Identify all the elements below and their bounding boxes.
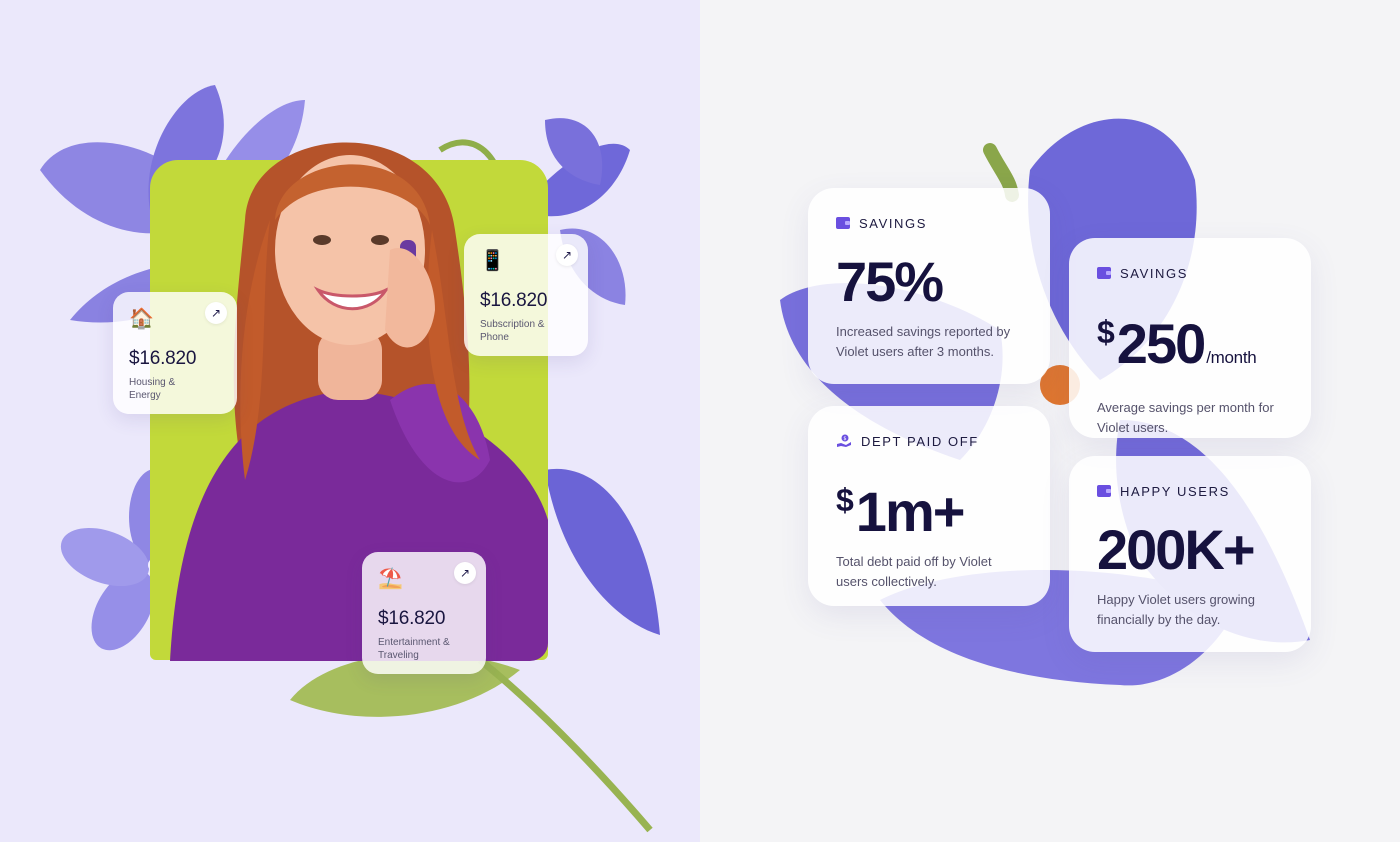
stat-label: HAPPY USERS [1120,483,1230,499]
svg-text:$: $ [843,436,846,442]
stat-value: 75% [836,250,944,313]
expense-amount: $16.820 [480,290,548,311]
left-showcase-panel: 🏠 ↗ $16.820 Housing & Energy 📱 ↗ $16.820… [0,0,700,842]
expense-amount: $16.820 [129,348,197,369]
wallet-icon [1097,485,1111,497]
expense-label: Entertainment & Traveling [378,637,450,661]
stat-value: $1m+ [836,480,965,543]
petal-right-mid [545,468,660,635]
stat-description: Happy Violet users growing financially b… [1097,592,1256,627]
stat-value: 200K+ [1097,518,1256,581]
stat-value: $250/month [1097,312,1257,375]
stat-label: SAVINGS [859,215,928,231]
arrow-up-right-icon[interactable]: ↗ [454,562,476,584]
expense-amount: $16.820 [378,608,446,629]
stat-card-happy-users: HAPPY USERS 200K+ Happy Violet users gro… [1069,456,1311,652]
stat-card-savings-percent: SAVINGS 75% Increased savings reported b… [808,188,1050,384]
right-stats-panel: SAVINGS 75% Increased savings reported b… [700,0,1400,842]
stat-description: Increased savings reported by Violet use… [836,324,1011,359]
expense-card-subscription[interactable]: 📱 ↗ $16.820 Subscription & Phone [464,234,588,356]
expense-card-entertainment[interactable]: ⛱️ ↗ $16.820 Entertainment & Traveling [362,552,486,674]
stat-label: DEPT PAID OFF [861,433,979,449]
stat-card-debt-paid: $ DEPT PAID OFF $1m+ Total debt paid off… [808,406,1050,606]
stem-bottom [477,657,653,833]
hand-money-icon: $ [837,434,851,447]
expense-card-housing[interactable]: 🏠 ↗ $16.820 Housing & Energy [113,292,237,414]
expense-label: Subscription & Phone [480,319,545,343]
arrow-up-right-icon[interactable]: ↗ [205,302,227,324]
stat-card-savings-monthly: SAVINGS $250/month Average savings per m… [1069,238,1311,438]
stat-description: Total debt paid off by Violet users coll… [836,554,992,589]
wallet-icon [836,217,850,229]
expense-label: Housing & Energy [129,377,176,401]
wallet-icon [1097,267,1111,279]
arrow-up-right-icon[interactable]: ↗ [556,244,578,266]
stat-label: SAVINGS [1120,265,1189,281]
stat-description: Average savings per month for Violet use… [1097,400,1274,435]
